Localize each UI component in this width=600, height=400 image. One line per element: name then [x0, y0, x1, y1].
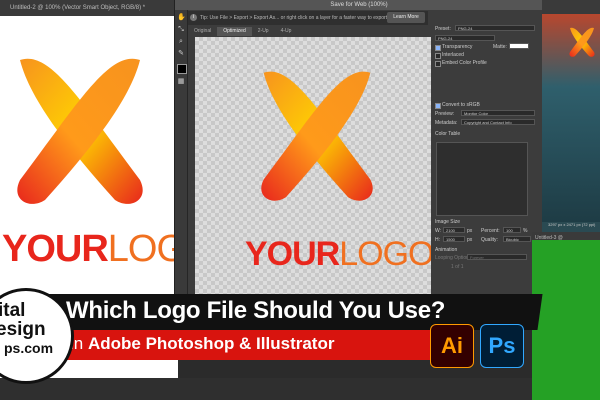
optimized-preview-canvas[interactable]: YOURLOGO — [195, 37, 434, 320]
headline-text: Which Logo File Should You Use? — [66, 297, 446, 324]
width-unit: px — [467, 228, 473, 234]
transparency-label: Transparency — [442, 44, 473, 50]
interlaced-checkbox[interactable] — [435, 53, 441, 59]
left-logo-mark — [17, 58, 143, 204]
file-format-select[interactable]: PNG-24 — [435, 35, 495, 41]
matte-label: Matte: — [493, 44, 507, 50]
badge-line-3: ps.com — [4, 340, 54, 356]
slice-select-icon[interactable]: ⤡ — [177, 26, 185, 34]
right-document-2-canvas — [532, 240, 600, 400]
photoshop-app-icon: Ps — [480, 324, 524, 368]
right-logo-mark — [569, 27, 595, 57]
preview-label: Preview: — [435, 111, 455, 117]
looping-select[interactable]: Forever — [467, 254, 527, 260]
animation-label: Animation — [435, 247, 458, 253]
width-label: W: — [435, 228, 442, 234]
embed-color-profile-label: Embed Color Profile — [442, 60, 487, 66]
view-tabs: Original Optimized 2-Up 4-Up — [188, 27, 428, 36]
subline-text: in Adobe Photoshop & Illustrator — [70, 334, 335, 353]
badge-line-2: esign — [0, 319, 46, 340]
info-icon: i — [190, 14, 197, 21]
illustrator-app-icon: Ai — [430, 324, 474, 368]
convert-srgb-label: Convert to sRGB — [442, 102, 480, 108]
quality-label: Quality: — [481, 237, 498, 243]
frame-counter: 1 of 1 — [451, 264, 464, 270]
tab-optimized[interactable]: Optimized — [217, 27, 252, 36]
preview-logo-wordmark: YOURLOGO — [245, 235, 434, 273]
preset-label: Preset: — [435, 26, 451, 32]
matte-select[interactable] — [509, 43, 529, 49]
toggle-slices-icon[interactable]: ▦ — [177, 78, 185, 86]
eyedropper-icon[interactable]: ✎ — [177, 50, 185, 58]
quality-select[interactable]: Bicubic — [503, 236, 531, 242]
tab-2-up[interactable]: 2-Up — [252, 27, 275, 36]
color-table-label: Color Table — [435, 131, 461, 137]
tab-original[interactable]: Original — [188, 27, 217, 36]
hand-icon[interactable]: ✋ — [177, 14, 186, 22]
transparency-checkbox[interactable] — [435, 45, 441, 51]
metadata-label: Metadata: — [435, 120, 458, 126]
height-unit: px — [467, 237, 473, 243]
percent-input[interactable]: 100 — [503, 227, 521, 233]
save-for-web-dialog: Save for Web (100%) ✋ ⤡ ⌕ ✎ ▦ Tip: Use F… — [174, 0, 543, 320]
right-document-canvas — [542, 0, 600, 232]
percent-unit: % — [523, 228, 528, 234]
preview-select[interactable]: Monitor Color — [461, 110, 535, 116]
convert-srgb-checkbox[interactable] — [435, 103, 441, 109]
right-document-info: 3297 px x 2471 px (72 ppi) — [548, 222, 596, 227]
eyedropper-color-swatch[interactable] — [177, 64, 187, 74]
dialog-toolbox: ✋ ⤡ ⌕ ✎ ▦ — [175, 10, 188, 320]
image-size-label: Image Size — [435, 219, 461, 225]
preview-logo-mark — [261, 71, 373, 201]
status-bar — [0, 378, 532, 400]
color-table[interactable] — [436, 142, 528, 216]
preset-select[interactable]: PNG-24 — [455, 25, 535, 31]
left-document-tab[interactable]: Untitled-2 @ 100% (Vector Smart Object, … — [0, 0, 178, 16]
percent-label: Percent: — [481, 228, 500, 234]
interlaced-label: Interlaced — [442, 52, 464, 58]
height-label: H: — [435, 237, 440, 243]
zoom-icon[interactable]: ⌕ — [177, 38, 185, 46]
right-document-tab[interactable] — [542, 0, 600, 14]
optimize-settings-panel: Preset: PNG-24 PNG-24 Transparency Matte… — [431, 10, 543, 320]
width-input[interactable]: 2100 — [443, 227, 465, 233]
tab-4-up[interactable]: 4-Up — [275, 27, 298, 36]
learn-more-button[interactable]: Learn More — [387, 12, 425, 23]
embed-color-profile-checkbox[interactable] — [435, 61, 441, 67]
height-input[interactable]: 1500 — [443, 236, 465, 242]
metadata-select[interactable]: Copyright and Contact Info — [461, 119, 535, 125]
dialog-title: Save for Web (100%) — [175, 0, 543, 10]
